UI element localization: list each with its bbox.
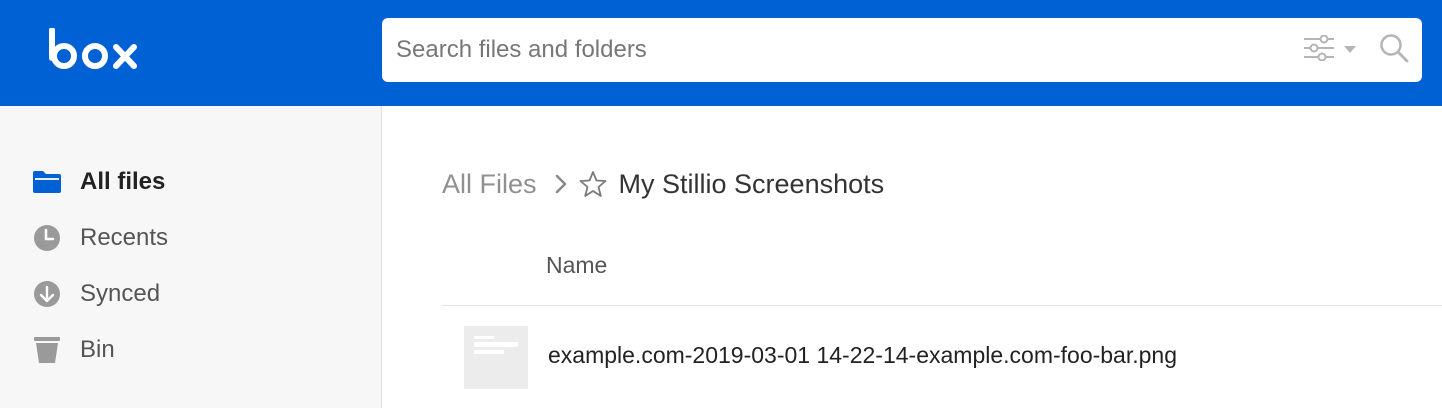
sidebar-item-bin[interactable]: Bin [32, 330, 362, 370]
sidebar-item-label: Synced [80, 280, 161, 307]
table-row[interactable]: example.com-2019-03-01 14-22-14-example.… [442, 306, 1442, 408]
clock-icon [32, 223, 62, 253]
sidebar-item-label: Recents [80, 224, 169, 251]
download-circle-icon [32, 279, 62, 309]
search-input[interactable] [396, 18, 1256, 82]
sidebar-item-label: All files [80, 168, 166, 195]
search-filter-button[interactable] [1298, 18, 1360, 82]
chevron-right-icon [555, 174, 567, 194]
chevron-down-icon [1344, 41, 1356, 59]
breadcrumb-root-link[interactable]: All Files [442, 169, 537, 200]
breadcrumb-current-folder: My Stillio Screenshots [618, 168, 885, 199]
filter-sliders-icon [1302, 34, 1336, 66]
file-list-header: Name [442, 230, 1442, 306]
top-header [0, 0, 1442, 106]
sidebar-item-recents[interactable]: Recents [32, 218, 362, 258]
search-button[interactable] [1372, 18, 1416, 82]
sidebar: All files Recents Synced Bin [0, 106, 382, 408]
breadcrumb: All Files My Stillio Screenshots [442, 162, 884, 206]
sidebar-item-all-files[interactable]: All files [32, 162, 362, 202]
column-header-name[interactable]: Name [546, 252, 607, 279]
sidebar-item-synced[interactable]: Synced [32, 274, 362, 314]
file-thumbnail[interactable] [464, 326, 528, 389]
search-icon [1379, 33, 1409, 68]
sidebar-item-label: Bin [80, 336, 115, 363]
trash-icon [32, 335, 62, 365]
search-bar [382, 18, 1422, 82]
folder-icon [32, 167, 62, 197]
box-logo[interactable] [46, 27, 140, 70]
file-name-link[interactable]: example.com-2019-03-01 14-22-14-example.… [548, 342, 1177, 369]
favorite-star-icon[interactable] [579, 170, 607, 198]
